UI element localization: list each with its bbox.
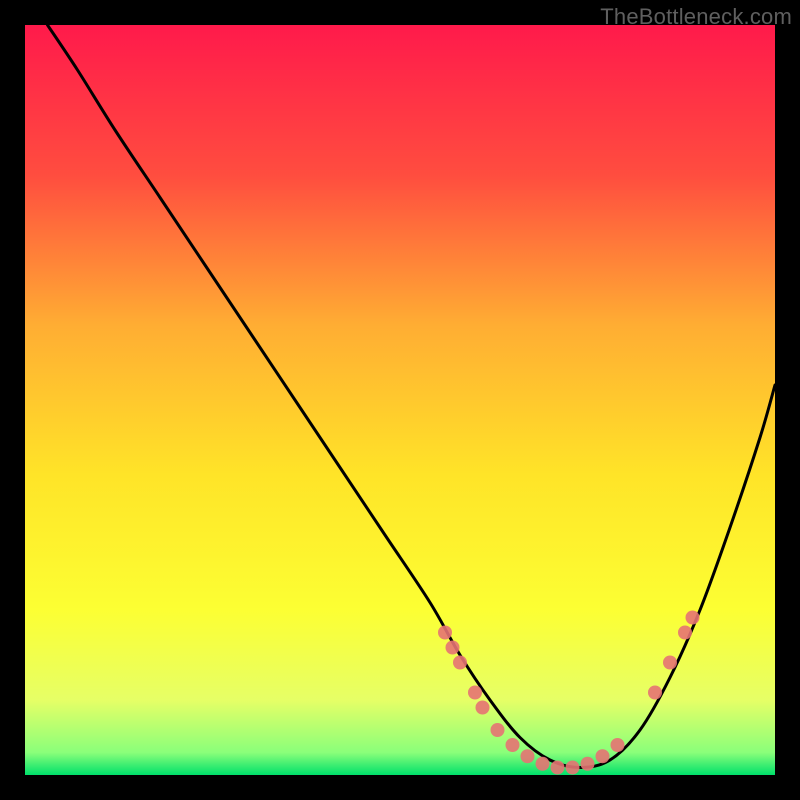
chart-frame: [25, 25, 775, 775]
data-marker: [476, 701, 490, 715]
watermark-text: TheBottleneck.com: [600, 4, 792, 30]
data-marker: [551, 761, 565, 775]
data-marker: [686, 611, 700, 625]
data-marker: [506, 738, 520, 752]
bottleneck-chart: [25, 25, 775, 775]
data-marker: [446, 641, 460, 655]
data-marker: [648, 686, 662, 700]
data-marker: [536, 757, 550, 771]
data-marker: [581, 757, 595, 771]
gradient-background: [25, 25, 775, 775]
data-marker: [566, 761, 580, 775]
data-marker: [596, 749, 610, 763]
data-marker: [453, 656, 467, 670]
data-marker: [663, 656, 677, 670]
data-marker: [491, 723, 505, 737]
data-marker: [438, 626, 452, 640]
data-marker: [611, 738, 625, 752]
data-marker: [468, 686, 482, 700]
data-marker: [521, 749, 535, 763]
data-marker: [678, 626, 692, 640]
